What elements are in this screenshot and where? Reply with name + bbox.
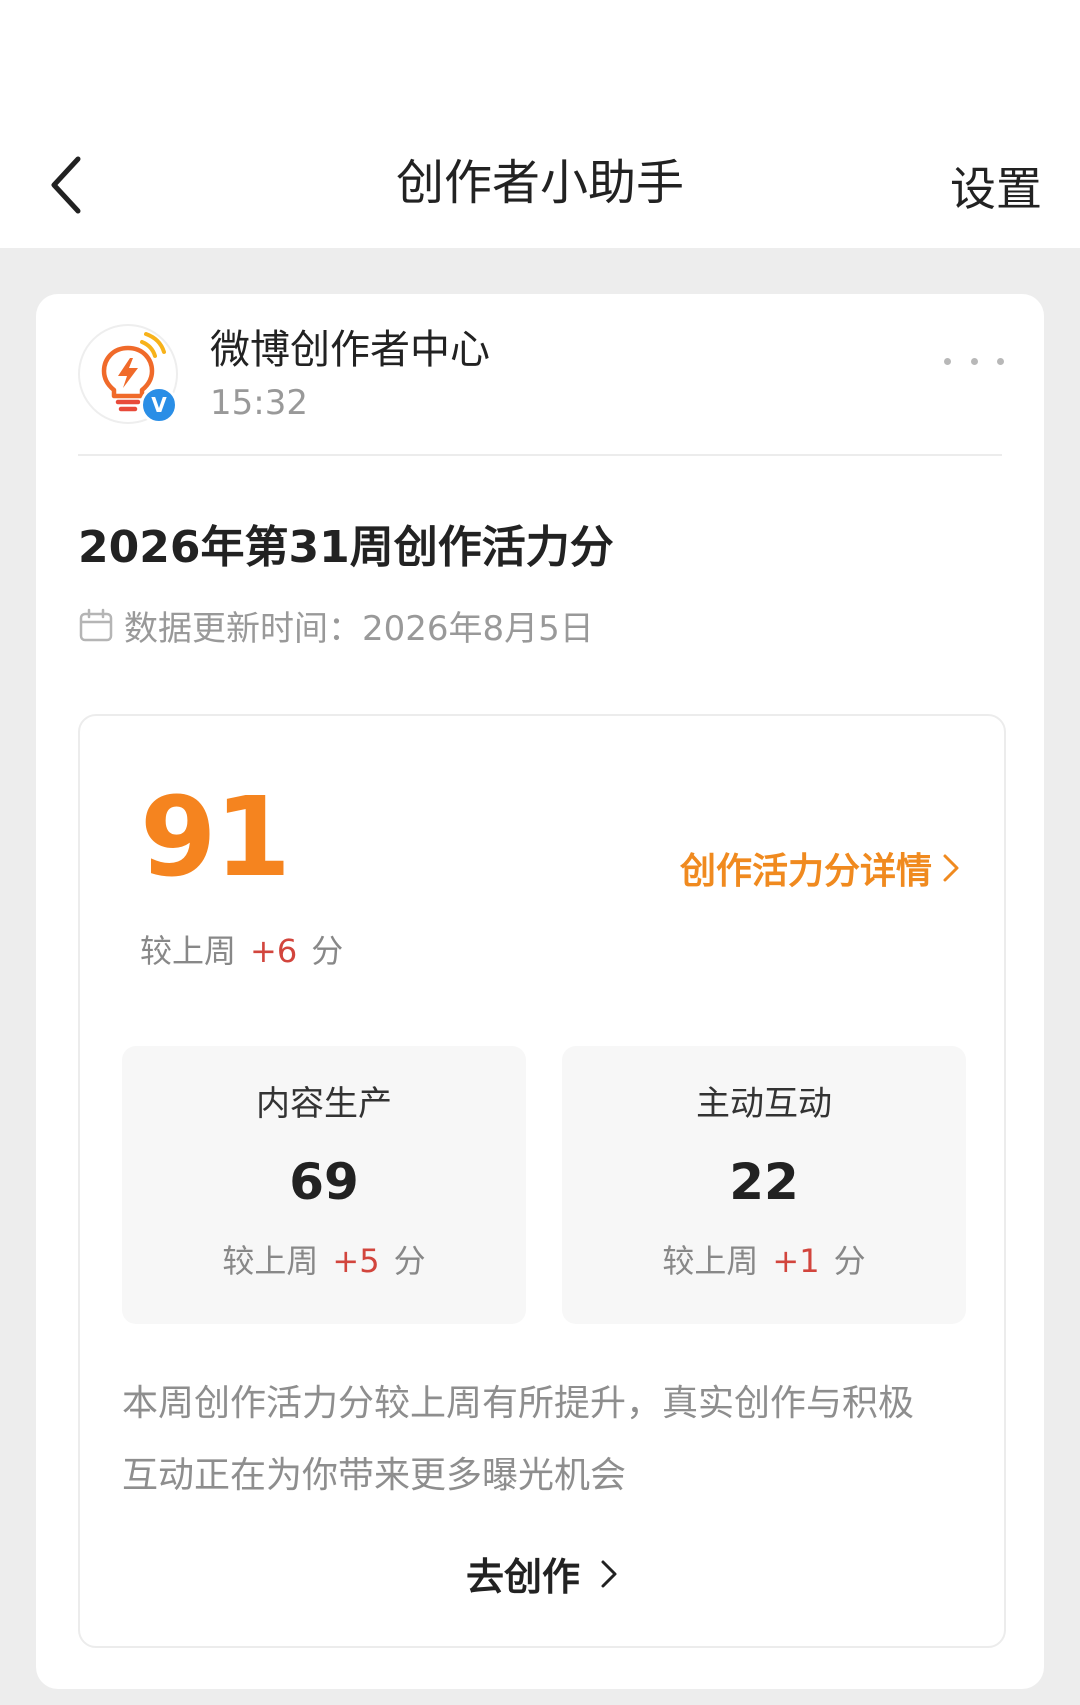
delta-unit: 分 xyxy=(833,1242,866,1280)
delta-unit: 分 xyxy=(393,1242,426,1280)
update-time-row: 数据更新时间：2026年8月5日 xyxy=(78,600,594,650)
compare-prefix: 较上周 xyxy=(222,1242,319,1280)
go-create-label: 去创作 xyxy=(465,1555,580,1599)
post-title: 2026年第31周创作活力分 xyxy=(78,522,614,573)
delta-value: +1 xyxy=(772,1242,820,1280)
divider xyxy=(78,454,1002,456)
sub-score-value: 22 xyxy=(729,1153,799,1211)
page-title: 创作者小助手 xyxy=(395,155,684,211)
score-detail-label: 创作活力分详情 xyxy=(679,851,932,892)
delta-value: +5 xyxy=(332,1242,380,1280)
sub-score-label: 主动互动 xyxy=(696,1084,832,1124)
delta-unit: 分 xyxy=(311,932,344,970)
compare-prefix: 较上周 xyxy=(140,932,237,970)
verified-badge-icon: V xyxy=(140,386,178,424)
sub-score-label: 内容生产 xyxy=(256,1084,392,1124)
settings-button[interactable]: 设置 xyxy=(950,156,1042,222)
post-time: 15:32 xyxy=(210,383,308,423)
total-delta: 较上周 +6 分 xyxy=(140,928,343,974)
sub-score-delta: 较上周 +1 分 xyxy=(562,1238,966,1284)
message-card: V 微博创作者中心 15:32 2026年第31周创作活力分 数据更新时间：20… xyxy=(36,294,1044,1689)
score-detail-link[interactable]: 创作活力分详情 xyxy=(680,842,960,894)
score-panel: 91 创作活力分详情 较上周 +6 分 内容生产 69 较上周 +5 分 主动互动 22… xyxy=(78,714,1006,1648)
active-interaction-card: 主动互动 22 较上周 +1 分 xyxy=(562,1046,966,1324)
chevron-right-icon xyxy=(943,854,959,882)
summary-text: 本周创作活力分较上周有所提升，真实创作与积极互动正在为你带来更多曝光机会 xyxy=(122,1383,915,1496)
more-dots-icon[interactable] xyxy=(944,346,1004,376)
account-name[interactable]: 微博创作者中心 xyxy=(210,324,490,376)
update-time-text: 数据更新时间：2026年8月5日 xyxy=(124,608,594,649)
sub-score-delta: 较上周 +5 分 xyxy=(122,1238,526,1284)
top-navigation-bar: 创作者小助手 设置 xyxy=(0,0,1080,248)
total-score: 91 xyxy=(140,773,291,901)
chevron-right-icon xyxy=(601,1560,617,1587)
go-create-button[interactable]: 去创作 xyxy=(80,1546,1004,1601)
content-production-card: 内容生产 69 较上周 +5 分 xyxy=(122,1046,526,1324)
sub-score-value: 69 xyxy=(289,1153,359,1211)
delta-value: +6 xyxy=(250,932,298,970)
calendar-icon xyxy=(79,608,113,642)
compare-prefix: 较上周 xyxy=(662,1242,759,1280)
